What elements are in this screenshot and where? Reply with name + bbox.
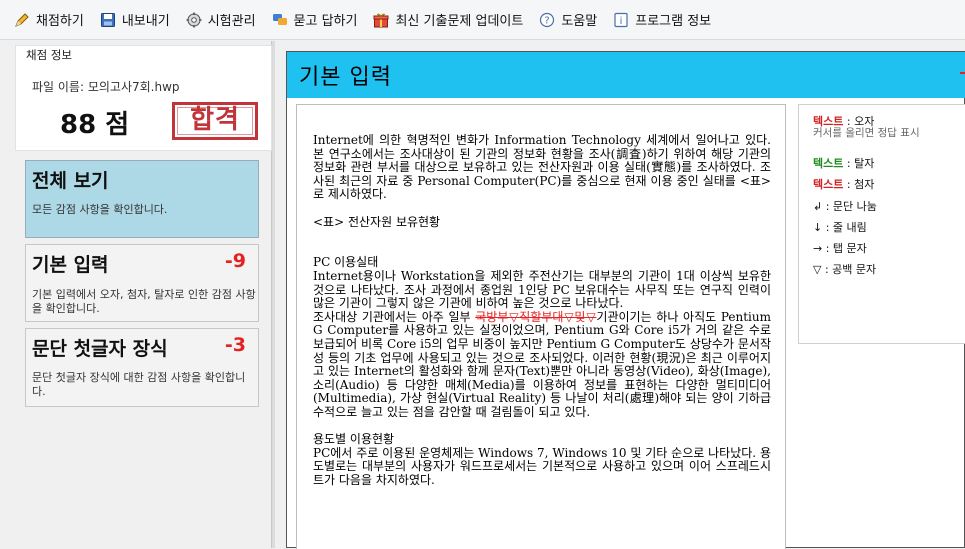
legend-paragraph-mark: ↲ : 문단 나눔 <box>813 200 877 213</box>
document-view[interactable]: Internet에 의한 혁명적인 변화가 Information Techno… <box>296 104 786 549</box>
score-info-title: 채점 정보 <box>23 47 75 63</box>
doc-paragraph: Internet에 의한 혁명적인 변화가 Information Techno… <box>313 133 771 202</box>
info-icon: i <box>613 12 629 28</box>
extra-text-marked[interactable]: 국방부▽직할부대▽및▽ <box>475 310 596 324</box>
program-info-button[interactable]: i 프로그램 정보 <box>613 10 711 29</box>
chat-icon <box>272 12 288 28</box>
card-title: 기본 입력 <box>32 254 109 276</box>
section-header: 기본 입력 <box>287 52 965 98</box>
extra-label: : 첨자 <box>846 178 875 191</box>
update-button-label: 최신 기출문제 업데이트 <box>395 14 524 29</box>
left-panel: 파일 이름: 모의고사7회.hwp 88 점 합격 채점 정보 전체 보기 모든… <box>0 41 272 548</box>
qna-button-label: 묻고 답하기 <box>293 14 358 29</box>
score-value: 88 점 <box>60 110 130 140</box>
extra-sample: 텍스트 <box>813 178 844 191</box>
card-desc: 문단 첫글자 장식에 대한 감점 사항을 확인합니다. <box>32 371 246 398</box>
document-text: Internet에 의한 혁명적인 변화가 Information Techno… <box>313 133 771 487</box>
doc-paragraph: 조사대상 기관에서는 아주 일부 국방부▽직할부대▽및▽기관이기는 하나 아직도… <box>313 309 771 420</box>
program-info-button-label: 프로그램 정보 <box>635 14 712 29</box>
toolbar: 채점하기 내보내기 시험관리 묻고 답하기 최신 기출문제 업데이트 ? 도움말… <box>0 0 965 40</box>
doc-paragraph: <표> 전산자원 보유현황 <box>313 214 441 229</box>
card-desc: 기본 입력에서 오자, 첨자, 탈자로 인한 감점 사항을 확인합니다. <box>32 288 256 315</box>
gear-icon <box>186 12 202 28</box>
export-button[interactable]: 내보내기 <box>100 10 170 29</box>
exam-manage-button-label: 시험관리 <box>207 14 256 29</box>
legend-line-mark: ↓ : 줄 내림 <box>813 221 867 234</box>
panel-splitter[interactable] <box>272 41 275 548</box>
svg-text:i: i <box>620 16 623 27</box>
grade-button-label: 채점하기 <box>36 14 84 29</box>
doc-paragraph: PC에서 주로 이용된 운영체제는 Windows 7, Windows 10 … <box>313 445 771 487</box>
exam-manage-button[interactable]: 시험관리 <box>186 10 256 29</box>
penalty-value: -9 <box>224 250 246 272</box>
update-button[interactable]: 최신 기출문제 업데이트 <box>373 10 523 29</box>
doc-text: 기관이기는 하나 아직도 Pentium G Computer를 사용하고 있는… <box>313 309 771 419</box>
doc-paragraph: Internet용이나 Workstation을 제외한 주전산기는 대부분의 … <box>313 268 771 311</box>
qna-button[interactable]: 묻고 답하기 <box>272 10 358 29</box>
content-frame: 기본 입력 Internet에 의한 혁명적인 변화가 Information … <box>286 51 965 549</box>
card-basic-input[interactable]: 기본 입력 -9 기본 입력에서 오자, 첨자, 탈자로 인한 감점 사항을 확… <box>25 244 259 322</box>
legend-box: 텍스트 : 오자 커서를 올리면 정답 표시 텍스트 : 탈자 텍스트 : 첨자… <box>798 104 965 344</box>
right-panel: 기본 입력 Internet에 의한 혁명적인 변화가 Information … <box>276 41 965 549</box>
doc-paragraph: 용도별 이용현황 <box>313 432 395 447</box>
save-icon <box>100 12 116 28</box>
missing-label: : 탈자 <box>846 157 875 170</box>
help-icon: ? <box>539 12 555 28</box>
card-title: 전체 보기 <box>32 170 109 192</box>
grade-button[interactable]: 채점하기 <box>14 10 84 29</box>
help-button[interactable]: ? 도움말 <box>539 10 597 29</box>
pencil-icon <box>14 12 30 28</box>
doc-text: 조사대상 기관에서는 아주 일부 <box>313 309 476 324</box>
card-desc: 모든 감점 사항을 확인합니다. <box>32 203 168 216</box>
legend-space-mark: ▽ : 공백 문자 <box>813 263 877 276</box>
help-button-label: 도움말 <box>561 14 598 29</box>
svg-text:?: ? <box>545 15 550 26</box>
export-button-label: 내보내기 <box>121 14 170 29</box>
card-drop-cap[interactable]: 문단 첫글자 장식 -3 문단 첫글자 장식에 대한 감점 사항을 확인합니다. <box>25 328 259 407</box>
pass-stamp: 합격 <box>172 102 258 140</box>
penalty-value: -3 <box>224 334 246 356</box>
section-title: 기본 입력 <box>299 65 392 90</box>
card-title: 문단 첫글자 장식 <box>32 338 168 360</box>
file-name: 파일 이름: 모의고사7회.hwp <box>32 80 180 94</box>
header-edge-mark <box>960 72 965 74</box>
card-all-view[interactable]: 전체 보기 모든 감점 사항을 확인합니다. <box>25 160 259 238</box>
legend-tab-mark: → : 탭 문자 <box>813 242 867 255</box>
gift-icon <box>373 12 389 28</box>
legend-missing: 텍스트 : 탈자 <box>813 155 874 171</box>
hover-hint: 커서를 올리면 정답 표시 <box>813 127 920 139</box>
doc-paragraph: PC 이용실태 <box>313 255 379 270</box>
missing-sample: 텍스트 <box>813 157 844 170</box>
legend-extra: 텍스트 : 첨자 <box>813 176 874 192</box>
